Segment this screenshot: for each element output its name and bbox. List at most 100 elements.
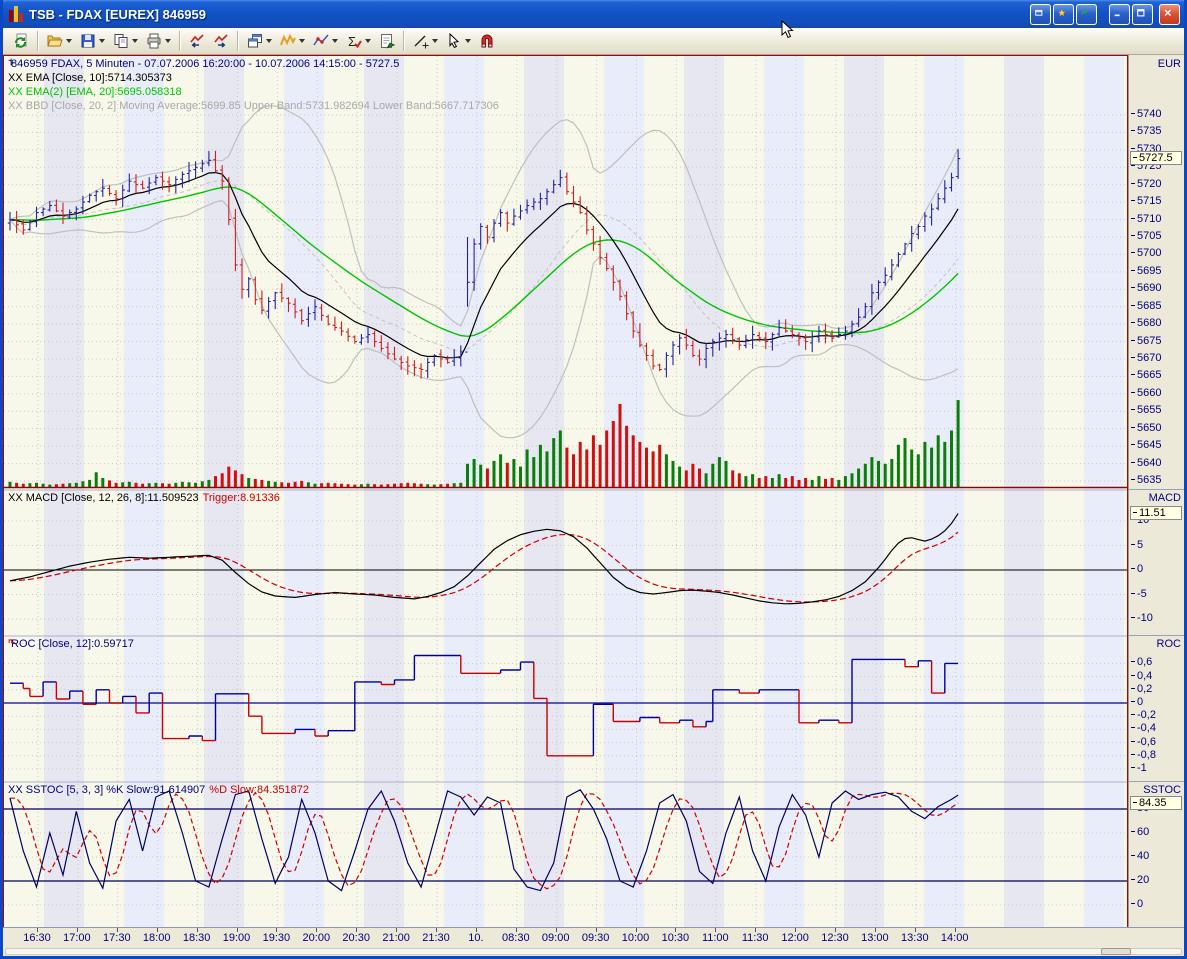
dropdown-arrow-icon[interactable]	[99, 39, 105, 43]
chart-type-button[interactable]	[276, 30, 308, 52]
axis-tick-price: 5690	[1131, 282, 1161, 294]
time-label: 13:30	[901, 932, 929, 944]
properties-button[interactable]	[375, 30, 398, 52]
scrollbar-track[interactable]	[5, 948, 1182, 955]
star-button[interactable]	[1053, 4, 1074, 25]
sstoc-k-line	[10, 790, 958, 891]
axis-tick-roc: 0,6	[1131, 656, 1152, 668]
titlebar-buttons	[1030, 4, 1180, 25]
ohlc-bars-up	[8, 149, 961, 378]
chart-content-row: 846959 FDAX, 5 Minuten - 07.07.2006 16:2…	[3, 55, 1184, 927]
time-label: 11:00	[702, 932, 729, 944]
time-label: 19:30	[263, 932, 291, 944]
time-label: 21:30	[422, 932, 450, 944]
value-axis-column[interactable]: EUR5740573557305725572057155710570557005…	[1128, 55, 1184, 927]
indicator-button[interactable]	[309, 30, 341, 52]
current-value-macd: 11.51	[1130, 506, 1182, 520]
current-value-sstoc: 84.35	[1130, 796, 1182, 810]
titlebar[interactable]: TSB - FDAX [EUREX] 846959	[3, 0, 1184, 28]
chart-back-button[interactable]	[185, 30, 208, 52]
time-label: 20:00	[303, 932, 331, 944]
axis-tick-price: 5655	[1131, 404, 1161, 416]
time-label: 13:00	[861, 932, 889, 944]
save-button[interactable]	[76, 30, 108, 52]
copy-button[interactable]	[109, 30, 141, 52]
magnet-icon	[478, 33, 495, 50]
axis-tick-price: 5695	[1131, 265, 1161, 277]
axis-tick-price: 5645	[1131, 439, 1161, 451]
time-label: 19:00	[223, 932, 251, 944]
axis-tick-sstoc: 60	[1131, 826, 1149, 838]
axis-tick-macd: -5	[1131, 588, 1147, 600]
time-label: 17:00	[63, 932, 91, 944]
axis-header-price: EUR	[1158, 58, 1181, 70]
close-button[interactable]	[1159, 4, 1180, 25]
indicator-icon	[312, 33, 329, 50]
dropdown-arrow-icon[interactable]	[266, 39, 272, 43]
time-label: 10.	[468, 932, 483, 944]
time-label: 18:30	[183, 932, 211, 944]
edit-button[interactable]	[1076, 4, 1097, 25]
axis-tick-roc: -0,6	[1131, 736, 1156, 748]
axis-tick-roc: 0,4	[1131, 670, 1152, 682]
dropdown-arrow-icon[interactable]	[465, 39, 471, 43]
windows-icon	[246, 33, 263, 50]
strategy-button[interactable]: Σ	[342, 30, 374, 52]
print-button[interactable]	[142, 30, 174, 52]
time-label: 21:00	[382, 932, 410, 944]
axis-tick-price: 5700	[1131, 247, 1161, 259]
axis-tick-price: 5710	[1131, 213, 1161, 225]
draw-line-button[interactable]	[409, 30, 441, 52]
dropdown-arrow-icon[interactable]	[299, 39, 305, 43]
scrollbar-thumb[interactable]	[1101, 948, 1131, 955]
pin-button[interactable]	[1030, 4, 1051, 25]
price-legend-row: XX EMA [Close, 10]:5714.305373	[8, 72, 172, 85]
time-label: 09:00	[542, 932, 570, 944]
refresh-button[interactable]	[9, 30, 32, 52]
refresh-icon	[12, 33, 29, 50]
dropdown-arrow-icon[interactable]	[432, 39, 438, 43]
time-axis[interactable]: 16:3017:0017:3018:0018:3019:0019:3020:00…	[3, 927, 1184, 947]
pointer-button[interactable]	[442, 30, 474, 52]
axis-tick-price: 5740	[1131, 108, 1161, 120]
magnet-button[interactable]	[475, 30, 498, 52]
time-label: 09:30	[582, 932, 610, 944]
time-label: 12:30	[821, 932, 849, 944]
pin-icon	[1035, 9, 1046, 20]
axis-tick-sstoc: 20	[1131, 874, 1149, 886]
dropdown-arrow-icon[interactable]	[132, 39, 138, 43]
minimize-icon	[1114, 9, 1125, 20]
price-panel[interactable]	[4, 106, 1128, 488]
toolbar: Σ	[3, 28, 1184, 55]
time-label: 08:30	[502, 932, 530, 944]
edit-icon	[1081, 9, 1092, 20]
save-icon	[79, 33, 96, 50]
maximize-button[interactable]	[1132, 4, 1153, 25]
sstoc-legend-row: XX SSTOC [5, 3, 3] %K Slow:91.614907%D S…	[8, 784, 313, 797]
price-legend-row: XX BBD [Close, 20, 2] Moving Average:569…	[8, 100, 499, 113]
windows-button[interactable]	[243, 30, 275, 52]
dropdown-arrow-icon[interactable]	[66, 39, 72, 43]
dropdown-arrow-icon[interactable]	[332, 39, 338, 43]
dropdown-arrow-icon[interactable]	[165, 39, 171, 43]
toolbar-separator	[37, 31, 38, 51]
open-button[interactable]	[43, 30, 75, 52]
horizontal-scrollbar[interactable]	[3, 947, 1184, 956]
axis-separator	[1129, 489, 1184, 490]
app-window: TSB - FDAX [EUREX] 846959 Σ 846959 FDAX,…	[0, 0, 1187, 959]
macd-legend-row: XX MACD [Close, 12, 26, 8]:11.509523Trig…	[8, 492, 284, 505]
print-icon	[145, 33, 162, 50]
time-label: 14:00	[941, 932, 969, 944]
minimize-button[interactable]	[1109, 4, 1130, 25]
axis-tick-roc: -1	[1131, 762, 1147, 774]
chart-plot-area[interactable]: 846959 FDAX, 5 Minuten - 07.07.2006 16:2…	[3, 55, 1128, 927]
toolbar-separator	[237, 31, 238, 51]
chart-forward-button[interactable]	[209, 30, 232, 52]
dropdown-arrow-icon[interactable]	[365, 39, 371, 43]
current-value-price: 5727.5	[1130, 151, 1182, 165]
window-title: TSB - FDAX [EUREX] 846959	[29, 7, 1030, 22]
macd-trigger-line	[10, 532, 958, 602]
chart-forward-icon	[212, 33, 229, 50]
time-label: 16:30	[23, 932, 51, 944]
svg-text:Σ: Σ	[348, 34, 356, 49]
